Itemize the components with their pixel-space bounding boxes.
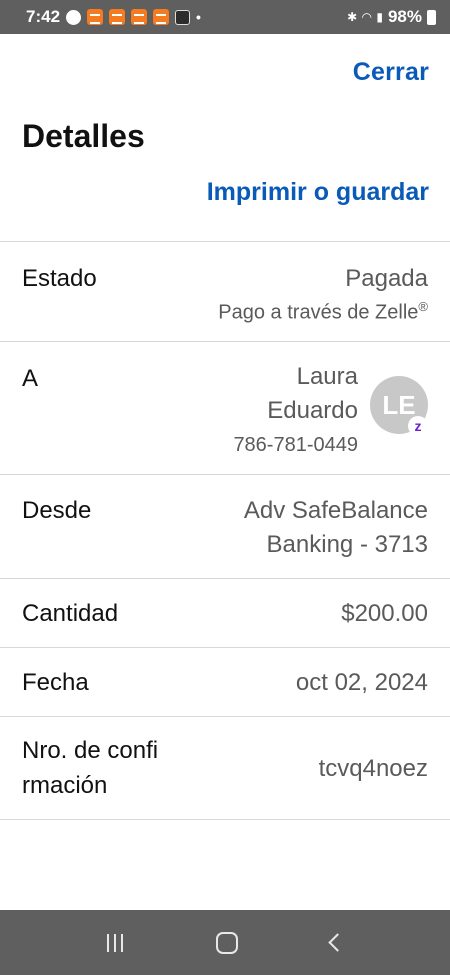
zelle-badge-letter: z — [414, 418, 422, 434]
source-account-line2: Banking - 3713 — [266, 531, 428, 558]
date-label: Fecha — [22, 669, 89, 696]
battery-icon — [427, 9, 436, 25]
recent-apps-icon[interactable] — [106, 933, 123, 952]
confirmation-label-line1: Nro. de confi — [22, 737, 159, 764]
signal-icon: ▮ — [376, 10, 383, 24]
navigation-bar — [0, 910, 450, 975]
status-left: 7:42 • — [26, 7, 201, 27]
app-notification-icon — [175, 9, 191, 25]
status-time: 7:42 — [26, 7, 61, 26]
confirmation-label-line2: rmación — [22, 772, 108, 799]
notification-icon — [109, 9, 126, 25]
source-account-line1: Adv SafeBalance — [243, 497, 428, 524]
payment-method: Pago a través de Zelle® — [218, 299, 428, 325]
notification-icon — [153, 9, 170, 25]
registered-mark: ® — [418, 299, 428, 314]
status-label: Estado — [22, 265, 97, 292]
recipient-last-name: Eduardo — [267, 397, 358, 424]
confirmation-row: Nro. de confi rmación tcvq4noez — [0, 716, 450, 820]
print-or-save-button[interactable]: Imprimir o guardar — [207, 178, 429, 207]
source-account-row: Desde Adv SafeBalance Banking - 3713 — [0, 474, 450, 578]
notification-icon — [87, 9, 104, 25]
avatar-initials: LE — [382, 389, 416, 420]
amount-value: $200.00 — [341, 600, 428, 627]
recipient-row: A Laura Eduardo 786-781-0449 LE z — [0, 341, 450, 474]
recipient-first-name: Laura — [296, 363, 358, 390]
amount-label: Cantidad — [22, 600, 119, 627]
messenger-icon — [66, 9, 82, 25]
wifi-icon: ◠ — [362, 10, 372, 24]
recipient-phone: 786-781-0449 — [233, 434, 358, 456]
battery-level: 98% — [387, 7, 422, 26]
back-icon[interactable] — [327, 933, 347, 952]
details-list: Estado Pagada Pago a través de Zelle® A … — [0, 241, 450, 820]
bluetooth-icon: ✱ — [347, 10, 358, 24]
confirmation-number: tcvq4noez — [318, 755, 428, 782]
date-row: Fecha oct 02, 2024 — [0, 647, 450, 716]
source-label: Desde — [22, 497, 92, 524]
date-value: oct 02, 2024 — [295, 669, 428, 696]
amount-row: Cantidad $200.00 — [0, 578, 450, 647]
status-row: Estado Pagada Pago a través de Zelle® — [0, 241, 450, 341]
recipient-label: A — [22, 365, 39, 392]
zelle-icon: z — [408, 416, 428, 436]
notification-icon — [131, 9, 148, 25]
status-value: Pagada — [345, 265, 428, 292]
status-right: ✱ ◠ ▮ 98% — [347, 7, 436, 27]
status-bar: 7:42 • ✱ ◠ ▮ 98% — [0, 0, 450, 34]
close-button[interactable]: Cerrar — [353, 58, 429, 87]
payment-method-text: Pago a través de Zelle — [218, 301, 419, 324]
more-notifications-icon: • — [196, 9, 201, 25]
page-title: Detalles — [22, 118, 145, 154]
home-icon[interactable] — [215, 931, 238, 954]
